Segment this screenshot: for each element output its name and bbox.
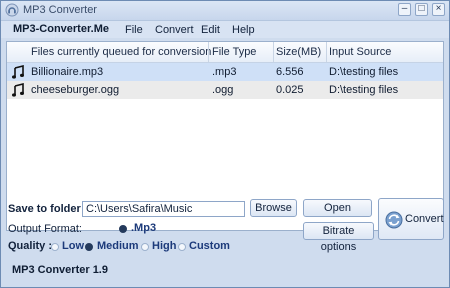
app-logo-icon bbox=[5, 3, 19, 17]
column-divider[interactable] bbox=[326, 42, 327, 62]
input-source: D:\testing files bbox=[329, 66, 399, 78]
quality-high-label[interactable]: High bbox=[152, 240, 176, 252]
open-button[interactable]: Open bbox=[303, 199, 372, 217]
bitrate-options-button[interactable]: Bitrate options bbox=[303, 222, 374, 253]
quality-custom-label[interactable]: Custom bbox=[189, 240, 230, 252]
column-divider[interactable] bbox=[208, 42, 209, 62]
window-title: MP3 Converter bbox=[23, 4, 97, 16]
list-item[interactable]: cheeseburger.ogg .ogg 0.025 D:\testing f… bbox=[7, 81, 443, 99]
minimize-icon: – bbox=[401, 3, 408, 14]
file-size: 0.025 bbox=[276, 84, 304, 96]
menu-convert[interactable]: Convert bbox=[155, 24, 194, 36]
column-divider[interactable] bbox=[273, 42, 274, 62]
file-name: cheeseburger.ogg bbox=[31, 84, 120, 96]
maximize-icon: □ bbox=[418, 3, 425, 14]
quality-label: Quality : bbox=[8, 240, 53, 252]
quality-medium-label[interactable]: Medium bbox=[97, 240, 139, 252]
save-folder-label: Save to folder : bbox=[8, 203, 88, 215]
quality-custom-radio[interactable] bbox=[178, 243, 186, 251]
maximize-button[interactable]: □ bbox=[415, 3, 428, 16]
column-header-type[interactable]: File Type bbox=[212, 46, 256, 58]
window-controls: – □ × bbox=[398, 3, 445, 16]
column-header-source[interactable]: Input Source bbox=[329, 46, 391, 58]
list-header: Files currently queued for conversion Fi… bbox=[7, 42, 443, 63]
convert-label: Convert bbox=[405, 213, 444, 225]
file-name: Billionaire.mp3 bbox=[31, 66, 104, 78]
app-window: MP3 Converter – □ × MP3-Converter.Me Fil… bbox=[0, 0, 450, 288]
file-size: 6.556 bbox=[276, 66, 304, 78]
quality-low-radio[interactable] bbox=[51, 243, 59, 251]
music-note-icon bbox=[12, 83, 24, 97]
minimize-button[interactable]: – bbox=[398, 3, 411, 16]
format-mp3-label[interactable]: .Mp3 bbox=[131, 222, 156, 234]
file-type: .ogg bbox=[212, 84, 234, 96]
version-label: MP3 Converter 1.9 bbox=[12, 264, 108, 276]
file-type: .mp3 bbox=[212, 66, 237, 78]
browse-button[interactable]: Browse bbox=[250, 199, 297, 217]
menu-help[interactable]: Help bbox=[232, 24, 255, 36]
list-item[interactable]: Billionaire.mp3 .mp3 6.556 D:\testing fi… bbox=[7, 63, 443, 81]
convert-button[interactable]: Convert bbox=[378, 198, 444, 240]
output-format-label: Output Format: bbox=[8, 223, 82, 235]
column-header-size[interactable]: Size(MB) bbox=[276, 46, 321, 58]
menu-edit[interactable]: Edit bbox=[201, 24, 220, 36]
quality-low-label[interactable]: Low bbox=[62, 240, 84, 252]
quality-high-radio[interactable] bbox=[141, 243, 149, 251]
input-source: D:\testing files bbox=[329, 84, 399, 96]
column-header-files[interactable]: Files currently queued for conversion bbox=[31, 46, 211, 58]
format-mp3-radio[interactable] bbox=[119, 225, 127, 233]
close-button[interactable]: × bbox=[432, 3, 445, 16]
music-note-icon bbox=[12, 65, 24, 79]
convert-arrows-icon bbox=[385, 211, 403, 229]
brand-label: MP3-Converter.Me bbox=[13, 23, 109, 35]
menu-bar: MP3-Converter.Me File Convert Edit Help bbox=[1, 21, 449, 38]
close-icon: × bbox=[435, 3, 442, 14]
save-folder-input[interactable] bbox=[82, 201, 245, 217]
quality-medium-radio[interactable] bbox=[85, 243, 93, 251]
title-bar: MP3 Converter – □ × bbox=[1, 1, 449, 21]
menu-file[interactable]: File bbox=[125, 24, 143, 36]
